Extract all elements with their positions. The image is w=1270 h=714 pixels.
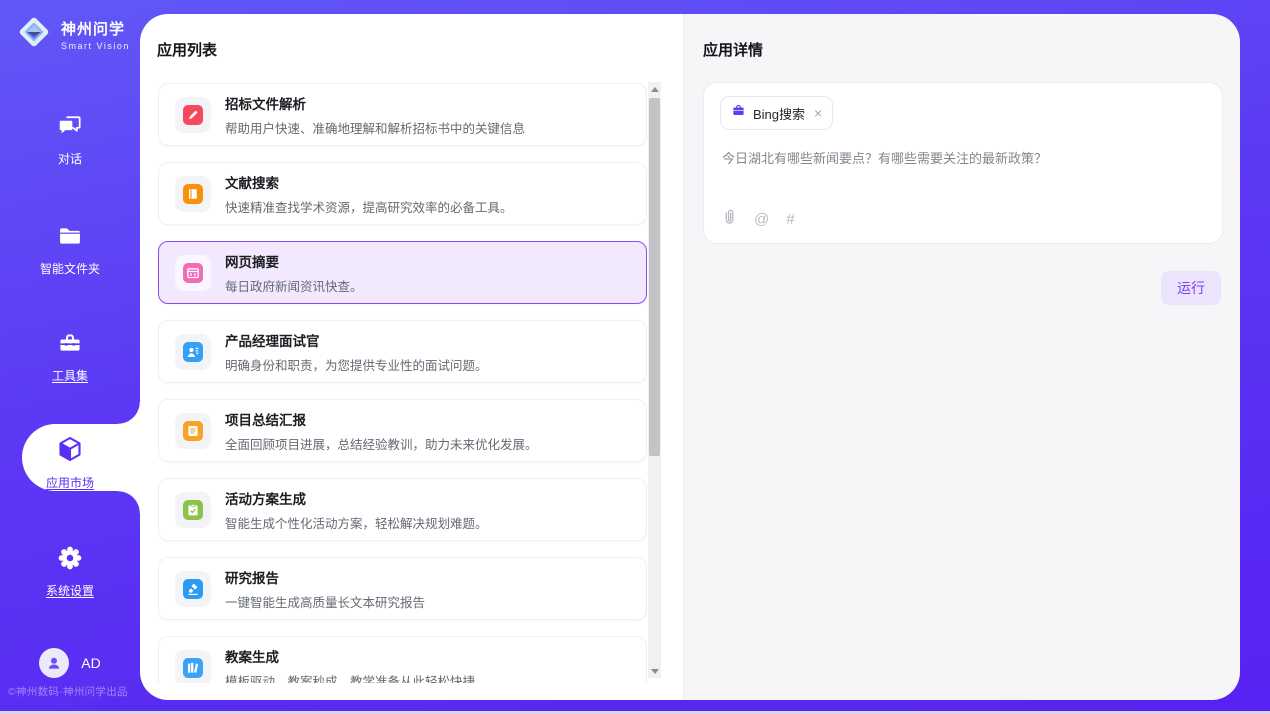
app-name: 网页摘要	[225, 251, 363, 271]
main-content: 应用列表 招标文件解析 帮助用户快速、准确地理解和解析招标书中的关键信息	[140, 14, 1240, 700]
sidebar-item-app-market[interactable]: 应用市场	[0, 434, 140, 491]
gear-icon	[56, 559, 84, 576]
prompt-input[interactable]: 今日湖北有哪些新闻要点？有哪些需要关注的最新政策？	[722, 149, 1204, 169]
sidebar-pill-notch-bottom	[118, 491, 140, 513]
sidebar-item-label: 对话	[0, 150, 140, 167]
user-avatar-icon	[39, 648, 69, 678]
app-card-event-plan[interactable]: 活动方案生成 智能生成个性化活动方案，轻松解决规划难题。	[158, 478, 647, 541]
prompt-card: Bing搜索 × 今日湖北有哪些新闻要点？有哪些需要关注的最新政策？ @ #	[703, 82, 1223, 244]
research-icon	[175, 571, 211, 607]
clipboard-check-icon	[175, 492, 211, 528]
books-icon	[175, 650, 211, 684]
app-detail-title: 应用详情	[703, 39, 763, 60]
folder-icon	[56, 237, 84, 254]
pencil-document-icon	[175, 97, 211, 133]
app-desc: 帮助用户快速、准确地理解和解析招标书中的关键信息	[225, 118, 525, 137]
run-button[interactable]: 运行	[1161, 271, 1221, 305]
sidebar-item-label: 智能文件夹	[0, 260, 140, 277]
sidebar: 神州问学 Smart Vision 对话 智能文件夹	[0, 0, 140, 711]
app-desc: 明确身份和职责，为您提供专业性的面试问题。	[225, 355, 488, 374]
tool-tag-close-icon[interactable]: ×	[814, 105, 822, 121]
brand-name: 神州问学	[61, 21, 125, 38]
attachment-toolbar: @ #	[722, 208, 795, 230]
app-list-title: 应用列表	[157, 39, 217, 60]
app-desc: 全面回顾项目进展，总结经验教训，助力未来优化发展。	[225, 434, 538, 453]
app-card-web-summary[interactable]: 网页摘要 每日政府新闻资讯快查。	[158, 241, 647, 304]
tool-tag-bing-search[interactable]: Bing搜索 ×	[720, 96, 833, 130]
chat-icon	[56, 127, 84, 144]
app-desc: 每日政府新闻资讯快查。	[225, 276, 363, 295]
sidebar-item-label: 工具集	[0, 367, 140, 384]
report-note-icon	[175, 413, 211, 449]
app-name: 活动方案生成	[225, 488, 488, 508]
user-initials: AD	[81, 655, 100, 671]
interviewer-icon	[175, 334, 211, 370]
scrollbar-up-icon[interactable]	[648, 82, 661, 96]
sidebar-item-toolset[interactable]: 工具集	[0, 329, 140, 384]
book-icon	[175, 176, 211, 212]
sidebar-item-label: 系统设置	[0, 582, 140, 599]
diamond-logo-icon	[15, 13, 53, 56]
app-name: 文献搜索	[225, 172, 513, 192]
sidebar-pill-notch-top	[118, 402, 140, 424]
app-card-literature-search[interactable]: 文献搜索 快速精准查找学术资源，提高研究效率的必备工具。	[158, 162, 647, 225]
app-name: 招标文件解析	[225, 93, 525, 113]
scrollbar-down-icon[interactable]	[648, 664, 661, 678]
sidebar-item-chat[interactable]: 对话	[0, 112, 140, 167]
copyright-footer: ©神州数码·神州问学出品	[8, 684, 140, 699]
app-name: 项目总结汇报	[225, 409, 538, 429]
app-list-scrollbar[interactable]	[648, 82, 661, 678]
app-name: 研究报告	[225, 567, 425, 587]
user-account[interactable]: AD	[0, 648, 140, 678]
cube-icon	[55, 451, 85, 468]
app-detail-panel: 应用详情 Bing搜索 × 今日湖北有哪些新闻要点？有哪些需要关注的最新政策？	[683, 14, 1240, 700]
app-desc: 模板驱动，教案秒成，教学准备从此轻松快捷	[225, 671, 475, 684]
toolbox-icon	[56, 344, 84, 361]
brand-logo: 神州问学 Smart Vision	[15, 13, 130, 56]
app-card-lesson-plan[interactable]: 教案生成 模板驱动，教案秒成，教学准备从此轻松快捷	[158, 636, 647, 683]
scrollbar-thumb[interactable]	[649, 98, 660, 456]
sidebar-item-label: 应用市场	[0, 474, 140, 491]
app-desc: 快速精准查找学术资源，提高研究效率的必备工具。	[225, 197, 513, 216]
app-desc: 智能生成个性化活动方案，轻松解决规划难题。	[225, 513, 488, 532]
paperclip-icon[interactable]	[722, 208, 737, 230]
app-name: 教案生成	[225, 646, 475, 666]
app-desc: 一键智能生成高质量长文本研究报告	[225, 592, 425, 611]
app-card-research-report[interactable]: 研究报告 一键智能生成高质量长文本研究报告	[158, 557, 647, 620]
hash-icon[interactable]: #	[786, 211, 794, 228]
app-card-tender-parse[interactable]: 招标文件解析 帮助用户快速、准确地理解和解析招标书中的关键信息	[158, 83, 647, 146]
tool-tag-label: Bing搜索	[753, 104, 805, 123]
browser-code-icon	[175, 255, 211, 291]
brand-subtitle: Smart Vision	[61, 41, 130, 51]
app-window: 神州问学 Smart Vision 对话 智能文件夹	[0, 0, 1270, 714]
briefcase-icon	[731, 103, 746, 123]
app-card-list: 招标文件解析 帮助用户快速、准确地理解和解析招标书中的关键信息 文献搜索 快速精…	[158, 83, 647, 683]
app-card-project-summary[interactable]: 项目总结汇报 全面回顾项目进展，总结经验教训，助力未来优化发展。	[158, 399, 647, 462]
at-icon[interactable]: @	[754, 211, 769, 228]
app-name: 产品经理面试官	[225, 330, 488, 350]
sidebar-item-smart-folder[interactable]: 智能文件夹	[0, 222, 140, 277]
app-list-panel: 应用列表 招标文件解析 帮助用户快速、准确地理解和解析招标书中的关键信息	[140, 14, 683, 700]
app-card-pm-interviewer[interactable]: 产品经理面试官 明确身份和职责，为您提供专业性的面试问题。	[158, 320, 647, 383]
sidebar-item-settings[interactable]: 系统设置	[0, 544, 140, 599]
